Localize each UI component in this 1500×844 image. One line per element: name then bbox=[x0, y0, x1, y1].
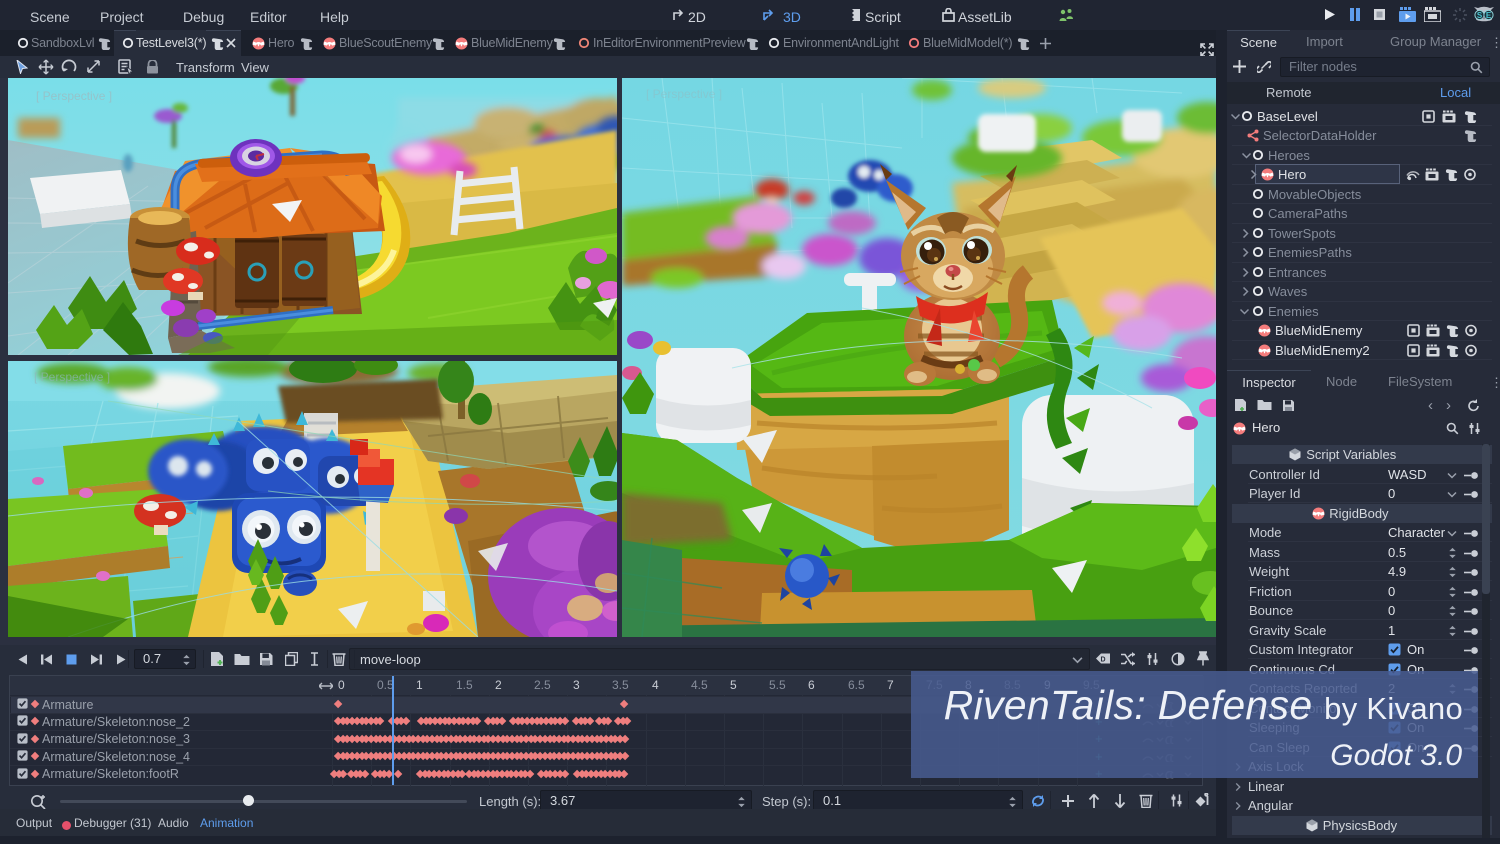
svg-text:D: D bbox=[1100, 657, 1105, 664]
svg-text:[ Perspective ]: [ Perspective ] bbox=[646, 87, 722, 101]
svg-text:E: E bbox=[1486, 11, 1492, 20]
svg-text:[ Perspective ]: [ Perspective ] bbox=[34, 370, 110, 384]
svg-text:[ Perspective ]: [ Perspective ] bbox=[36, 89, 112, 103]
svg-text:S: S bbox=[1477, 11, 1483, 20]
